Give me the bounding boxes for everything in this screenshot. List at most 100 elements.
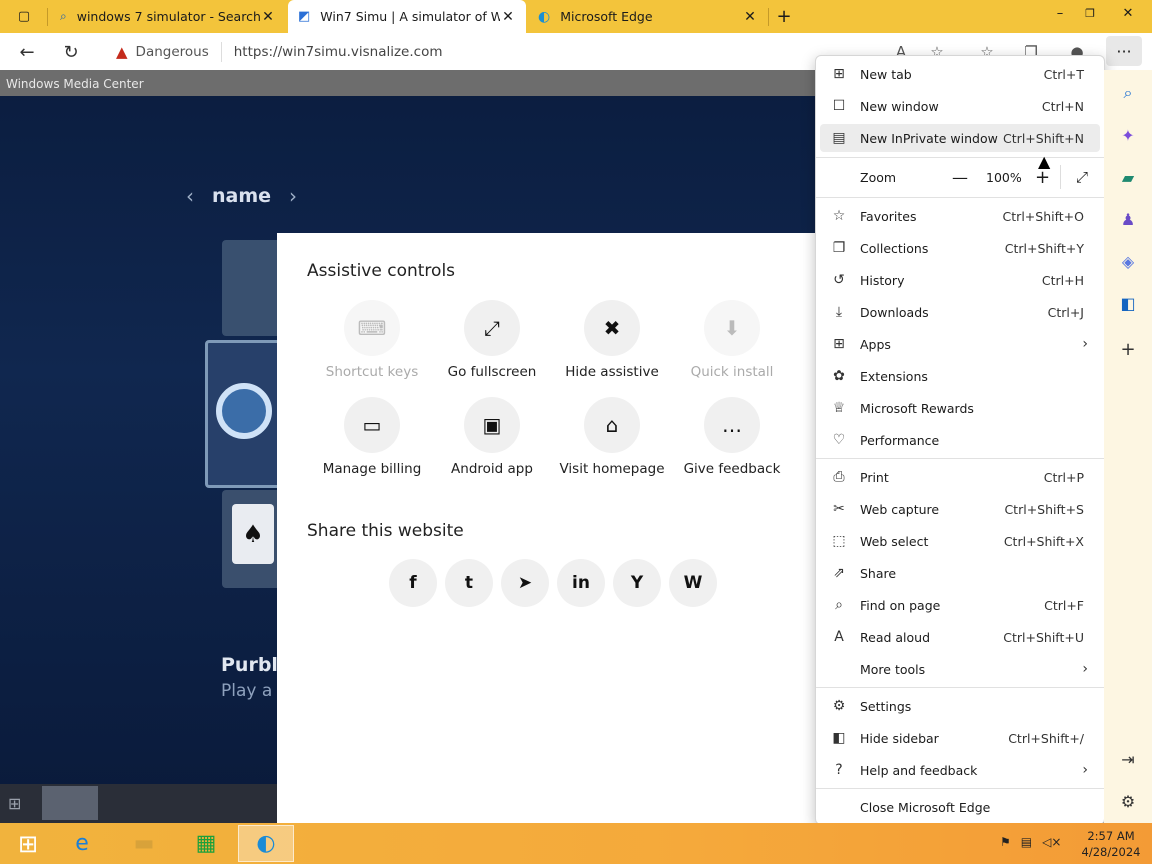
menu-item-history[interactable]: ↺ History Ctrl+H [820,266,1100,294]
manage-billing-button[interactable]: ▭ Manage billing [312,397,432,477]
linkedin-icon[interactable]: in [557,559,605,607]
close-tab-icon[interactable]: ✕ [742,9,758,25]
telegram-icon[interactable]: ➤ [501,559,549,607]
tab-edge[interactable]: ◐ Microsoft Edge ✕ [528,0,768,33]
internet-explorer-icon[interactable]: e [54,825,110,862]
visit-homepage-button[interactable]: ⌂ Visit homepage [552,397,672,477]
settings-icon: ⚙ [832,698,846,714]
windows-start-icon[interactable]: ⊞ [0,825,56,862]
weibo-icon[interactable]: W [669,559,717,607]
menu-item-read-aloud[interactable]: A Read aloud Ctrl+Shift+U [820,623,1100,651]
menu-item-settings[interactable]: ⚙ Settings [820,692,1100,720]
menu-item-collections[interactable]: ❐ Collections Ctrl+Shift+Y [820,234,1100,262]
tab-search[interactable]: ⌕ windows 7 simulator - Search ✕ [50,0,286,33]
simulated-start-icon[interactable]: ⊞ [8,794,21,813]
facebook-icon[interactable]: f [389,559,437,607]
tab-actions-icon[interactable]: ▢ [8,3,40,29]
menu-item-performance[interactable]: ♡ Performance [820,426,1100,454]
new-tab-plus-icon[interactable]: + [768,3,800,29]
refresh-icon[interactable]: ↻ [56,37,86,67]
edge-taskbar-icon[interactable]: ◐ [238,825,294,862]
close-tab-icon[interactable]: ✕ [500,9,516,25]
twitter-icon[interactable]: t [445,559,493,607]
menu-item-new-inprivate-window[interactable]: ▤ New InPrivate window Ctrl+Shift+N [820,124,1100,152]
hide-sidebar-icon[interactable]: ⇥ [1117,748,1139,770]
menu-shortcut: Ctrl+Shift+X [1003,533,1084,549]
game-tile-solitaire[interactable]: ♠ [222,490,282,588]
download-icon: ⬇ [704,300,760,356]
outlook-icon[interactable]: ◧ [1117,292,1139,314]
volume-muted-icon[interactable]: ◁× [1042,835,1061,849]
menu-item-web-select[interactable]: ⬚ Web select Ctrl+Shift+X [820,527,1100,555]
menu-item-hide-sidebar[interactable]: ◧ Hide sidebar Ctrl+Shift+/ [820,724,1100,752]
edge-icon: ◐ [538,8,551,25]
menu-shortcut: Ctrl+T [1043,66,1084,82]
security-label: Dangerous [135,44,209,60]
network-icon[interactable]: ▤ [1021,835,1032,849]
hide-assistive-button[interactable]: ✖ Hide assistive [552,300,672,380]
hide-sidebar-icon: ◧ [832,730,846,746]
menu-shortcut: Ctrl+Shift+Y [1004,240,1084,256]
menu-item-more-tools[interactable]: More tools › [820,655,1100,683]
menu-label: New tab [860,66,912,82]
print-icon: ⎙ [833,469,845,485]
rewards-icon: ♕ [832,400,846,416]
ycombinator-icon[interactable]: Y [613,559,661,607]
sidebar-settings-icon[interactable]: ⚙ [1117,790,1139,812]
close-window-icon[interactable]: ✕ [1112,0,1144,26]
tab-win7simu[interactable]: ◩ Win7 Simu | A simulator of Windows 7 ✕ [288,0,526,33]
menu-item-extensions[interactable]: ✿ Extensions [820,362,1100,390]
security-indicator[interactable]: ▲ Dangerous [102,42,222,62]
games-icon[interactable]: ♟ [1117,208,1139,230]
control-label: Android app [451,461,533,477]
menu-shortcut: Ctrl+F [1044,597,1084,613]
assistive-controls-panel: Assistive controls ⌨ Shortcut keys ⤢ Go … [277,233,837,823]
quick-install-button[interactable]: ⬇ Quick install [672,300,792,380]
menu-shortcut: Ctrl+Shift+N [1003,130,1084,146]
share-icon: ⇗ [833,565,845,581]
menu-label: Web select [860,533,929,549]
android-app-button[interactable]: ▣ Android app [432,397,552,477]
file-explorer-icon[interactable]: ▬ [116,825,172,862]
flag-icon[interactable]: ⚑ [1000,835,1011,849]
menu-item-apps[interactable]: ⊞ Apps › [820,330,1100,358]
chevron-right-icon[interactable]: › [289,184,297,208]
tab-label: windows 7 simulator - Search [76,9,260,24]
shortcut-keys-button[interactable]: ⌨ Shortcut keys [312,300,432,380]
copilot-icon[interactable]: ✦ [1117,124,1139,146]
game-tile-minesweeper[interactable] [222,240,282,336]
menu-item-help-and-feedback[interactable]: ? Help and feedback › [820,756,1100,784]
microsoft-365-icon[interactable]: ◈ [1117,250,1139,272]
game-tile-purble-selected[interactable] [205,340,285,488]
menu-item-new-tab[interactable]: ⊞ New tab Ctrl+T [820,60,1100,88]
menu-item-web-capture[interactable]: ✂ Web capture Ctrl+Shift+S [820,495,1100,523]
simulated-wmc-button[interactable] [42,786,98,820]
restore-icon[interactable]: ❐ [1074,0,1106,26]
menu-item-new-window[interactable]: ☐ New window Ctrl+N [820,92,1100,120]
add-sidebar-app-icon[interactable]: + [1117,338,1139,360]
shopping-icon[interactable]: ▰ [1117,166,1139,188]
minimize-icon[interactable]: – [1044,0,1076,26]
fullscreen-icon[interactable]: ⤢ [1076,168,1088,186]
url-field[interactable]: ▲ Dangerous https://win7simu.visnalize.c… [102,37,842,67]
chevron-right-icon: › [1082,762,1088,778]
menu-item-find-on-page[interactable]: ⌕ Find on page Ctrl+F [820,591,1100,619]
menu-item-microsoft-rewards[interactable]: ♕ Microsoft Rewards [820,394,1100,422]
chevron-left-icon[interactable]: ‹ [186,184,194,208]
give-feedback-button[interactable]: … Give feedback [672,397,792,477]
home-icon: ⌂ [584,397,640,453]
menu-item-downloads[interactable]: ⤓ Downloads Ctrl+J [820,298,1100,326]
zoom-out-icon[interactable]: — [952,168,968,187]
menu-item-share[interactable]: ⇗ Share [820,559,1100,587]
settings-more-button[interactable]: ··· [1106,36,1142,66]
back-icon[interactable]: ← [12,37,42,67]
menu-item-close-edge[interactable]: Close Microsoft Edge [820,793,1100,821]
close-tab-icon[interactable]: ✕ [260,9,276,25]
go-fullscreen-button[interactable]: ⤢ Go fullscreen [432,300,552,380]
menu-label: Settings [860,698,912,714]
menu-item-favorites[interactable]: ☆ Favorites Ctrl+Shift+O [820,202,1100,230]
system-clock[interactable]: 2:57 AM 4/28/2024 [1078,828,1144,860]
store-icon[interactable]: ▦ [178,825,234,862]
menu-item-print[interactable]: ⎙ Print Ctrl+P [820,463,1100,491]
search-icon[interactable]: ⌕ [1117,82,1139,104]
